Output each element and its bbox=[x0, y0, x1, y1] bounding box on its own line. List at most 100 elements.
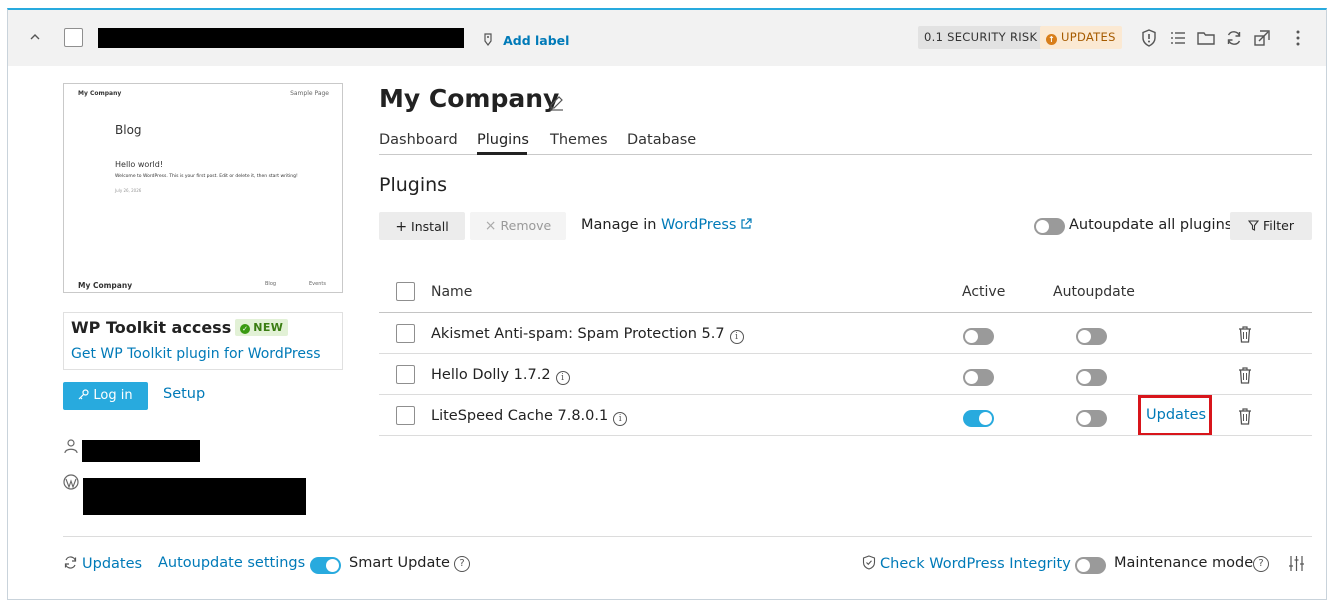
autoupdate-toggle[interactable] bbox=[1076, 369, 1107, 386]
maintenance-mode-toggle[interactable] bbox=[1075, 557, 1106, 574]
install-label: Install bbox=[411, 219, 449, 234]
filter-icon bbox=[1248, 220, 1260, 231]
new-badge-text: NEW bbox=[253, 321, 284, 334]
get-wp-toolkit-link[interactable]: Get WP Toolkit plugin for WordPress bbox=[71, 346, 321, 362]
footer-updates[interactable]: Updates bbox=[63, 555, 142, 572]
shield-icon[interactable] bbox=[1139, 28, 1159, 48]
table-header-divider bbox=[379, 312, 1312, 313]
check-integrity-label: Check WordPress Integrity bbox=[880, 556, 1071, 572]
check-circle-icon: ✓ bbox=[240, 324, 251, 334]
wordpress-icon bbox=[63, 474, 79, 490]
column-name: Name bbox=[431, 284, 473, 300]
select-all-checkbox[interactable] bbox=[396, 282, 415, 301]
preview-post-title: Hello world! bbox=[115, 160, 164, 169]
site-preview-thumbnail[interactable]: My Company Sample Page Blog Hello world!… bbox=[63, 83, 343, 293]
folder-icon[interactable] bbox=[1196, 28, 1216, 48]
column-autoupdate: Autoupdate bbox=[1053, 284, 1135, 300]
table-row[interactable]: LiteSpeed Cache 7.8.0.1 i bbox=[431, 408, 628, 426]
table-row[interactable]: Hello Dolly 1.7.2 i bbox=[431, 367, 570, 385]
tab-database[interactable]: Database bbox=[627, 132, 696, 148]
site-title: My Company bbox=[379, 84, 560, 113]
manage-in-wordpress: Manage in WordPress bbox=[581, 217, 753, 233]
login-external-icon[interactable] bbox=[1252, 28, 1272, 48]
install-button[interactable]: + Install bbox=[379, 212, 465, 240]
chevron-up-icon[interactable] bbox=[28, 30, 42, 44]
log-in-label: Log in bbox=[93, 388, 133, 403]
close-icon: × bbox=[484, 218, 497, 234]
row-checkbox[interactable] bbox=[396, 365, 415, 384]
add-label-button[interactable]: Add label bbox=[482, 30, 569, 49]
active-toggle[interactable] bbox=[963, 410, 994, 427]
preview-footer-name: My Company bbox=[78, 281, 133, 290]
row-checkbox[interactable] bbox=[396, 406, 415, 425]
help-icon[interactable]: ? bbox=[1253, 556, 1269, 572]
autoupdate-toggle[interactable] bbox=[1076, 410, 1107, 427]
wp-toolkit-title: WP Toolkit access ✓ NEW bbox=[71, 318, 289, 337]
check-integrity-link[interactable]: Check WordPress Integrity bbox=[862, 555, 1071, 572]
autoupdate-all-toggle[interactable] bbox=[1034, 218, 1065, 235]
site-select-checkbox[interactable] bbox=[64, 28, 83, 47]
security-risk-badge[interactable]: 0.1 SECURITY RISK bbox=[918, 26, 1044, 49]
info-icon[interactable]: i bbox=[729, 330, 744, 344]
info-icon[interactable]: i bbox=[613, 412, 628, 426]
remove-label: Remove bbox=[500, 218, 552, 233]
tab-dashboard[interactable]: Dashboard bbox=[379, 132, 458, 148]
log-in-button[interactable]: Log in bbox=[63, 382, 148, 410]
tab-themes[interactable]: Themes bbox=[550, 132, 608, 148]
smart-update-label: Smart Update bbox=[349, 555, 450, 571]
preview-footer-blog: Blog bbox=[265, 281, 277, 287]
plugin-name: Akismet Anti-spam: Spam Protection 5.7 bbox=[431, 326, 725, 342]
smart-update-toggle[interactable] bbox=[310, 557, 341, 574]
autoupdate-all-label: Autoupdate all plugins bbox=[1069, 217, 1233, 233]
plugin-name: LiteSpeed Cache 7.8.0.1 bbox=[431, 408, 609, 424]
preview-site-name: My Company bbox=[78, 90, 122, 97]
manage-prefix: Manage in bbox=[581, 217, 657, 233]
filter-button[interactable]: Filter bbox=[1230, 212, 1312, 240]
row-checkbox[interactable] bbox=[396, 324, 415, 343]
redacted-username bbox=[82, 440, 200, 462]
table-row[interactable]: Akismet Anti-spam: Spam Protection 5.7 i bbox=[431, 326, 744, 344]
active-toggle[interactable] bbox=[963, 369, 994, 386]
pencil-icon[interactable] bbox=[548, 94, 565, 111]
footer-updates-label: Updates bbox=[82, 556, 143, 572]
plugins-section-title: Plugins bbox=[379, 174, 448, 196]
tag-icon bbox=[482, 33, 494, 47]
trash-icon[interactable] bbox=[1238, 408, 1252, 425]
trash-icon[interactable] bbox=[1238, 367, 1252, 384]
external-link-icon bbox=[740, 218, 753, 230]
site-tabs: Dashboard Plugins Themes Database bbox=[379, 130, 1312, 155]
plugin-update-link[interactable]: Updates bbox=[1146, 407, 1206, 423]
trash-icon[interactable] bbox=[1238, 326, 1252, 343]
preview-post-text: Welcome to WordPress. This is your first… bbox=[115, 174, 298, 179]
active-tab-indicator bbox=[477, 152, 527, 155]
arrow-up-icon: ↑ bbox=[1046, 34, 1057, 45]
updates-badge-label: UPDATES bbox=[1061, 30, 1116, 44]
active-toggle[interactable] bbox=[963, 328, 994, 345]
info-icon[interactable]: i bbox=[555, 371, 570, 385]
site-header-bar: Add label 0.1 SECURITY RISK ↑ UPDATES bbox=[8, 10, 1326, 66]
help-icon[interactable]: ? bbox=[454, 556, 470, 572]
add-label-text: Add label bbox=[503, 33, 570, 48]
more-vertical-icon[interactable] bbox=[1288, 28, 1308, 48]
filter-label: Filter bbox=[1263, 218, 1294, 233]
column-active: Active bbox=[962, 284, 1006, 300]
wp-toolkit-title-text: WP Toolkit access bbox=[71, 318, 232, 337]
tab-plugins[interactable]: Plugins bbox=[477, 132, 529, 148]
redacted-site-url bbox=[98, 28, 464, 48]
autoupdate-toggle[interactable] bbox=[1076, 328, 1107, 345]
key-icon bbox=[78, 389, 89, 400]
setup-link[interactable]: Setup bbox=[163, 386, 205, 402]
manage-wordpress-link[interactable]: WordPress bbox=[661, 217, 736, 233]
list-icon[interactable] bbox=[1168, 28, 1188, 48]
updates-badge[interactable]: ↑ UPDATES bbox=[1040, 26, 1122, 49]
maintenance-mode-label: Maintenance mode bbox=[1114, 555, 1254, 571]
row-divider bbox=[379, 353, 1312, 354]
autoupdate-settings-link[interactable]: Autoupdate settings bbox=[158, 555, 305, 571]
wp-toolkit-box: WP Toolkit access ✓ NEW Get WP Toolkit plu… bbox=[63, 312, 343, 370]
footer-divider bbox=[63, 536, 1312, 537]
refresh-icon[interactable] bbox=[1224, 28, 1244, 48]
user-icon bbox=[63, 438, 79, 454]
preview-footer-events: Events bbox=[309, 281, 326, 287]
settings-sliders-icon[interactable] bbox=[1288, 555, 1305, 572]
remove-button[interactable]: × Remove bbox=[470, 212, 566, 240]
